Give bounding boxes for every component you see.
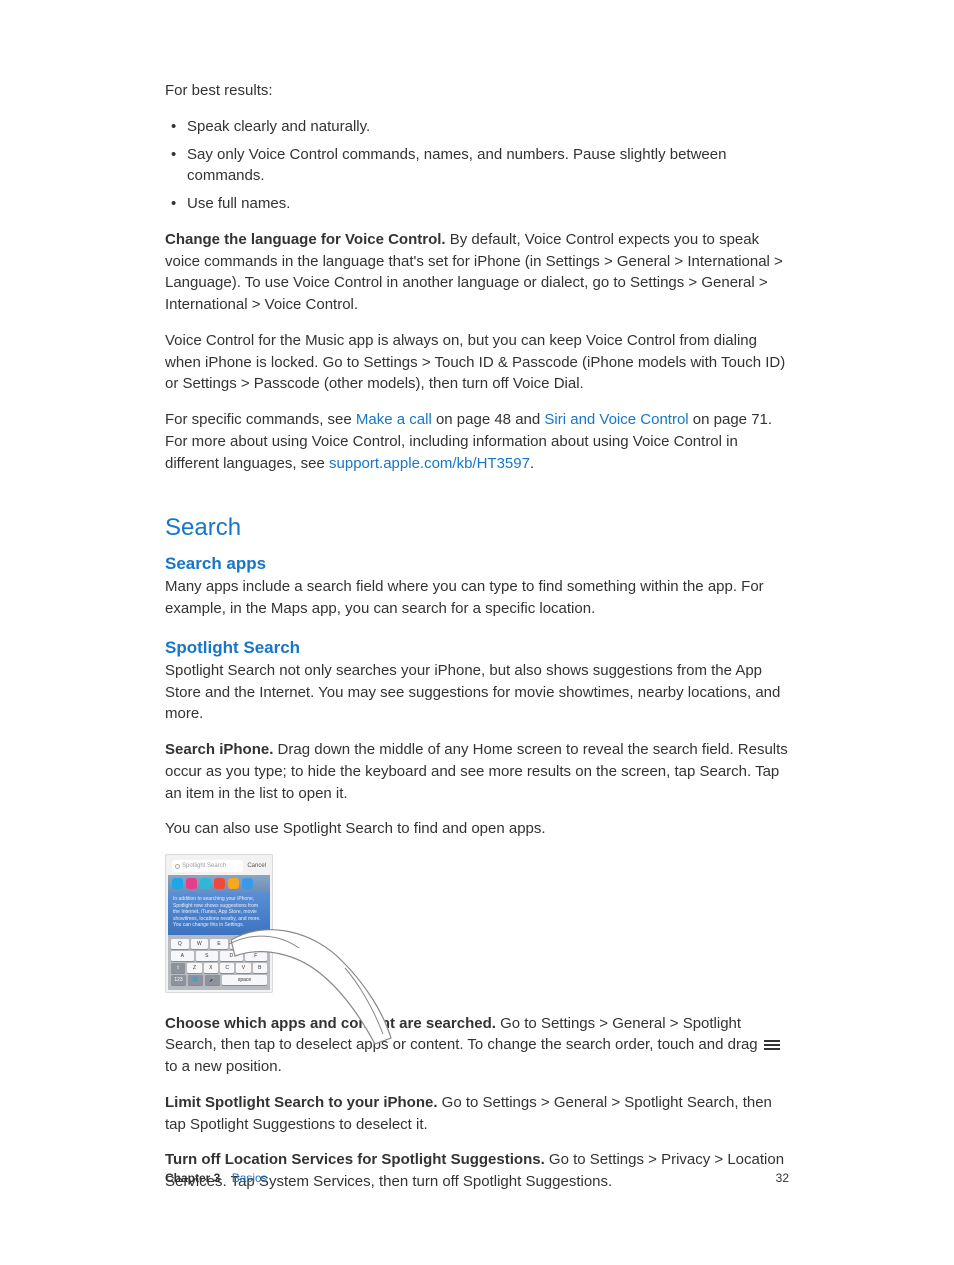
link-make-a-call[interactable]: Make a call xyxy=(356,411,432,428)
footer-left: Chapter 3 Basics xyxy=(165,1171,267,1185)
spotlight-description-text: In addition to searching your iPhone, Sp… xyxy=(173,896,265,929)
subsection-search-apps: Search apps xyxy=(165,554,789,574)
keyboard-key-shift[interactable]: ⇧ xyxy=(171,963,185,973)
paragraph-search-apps: Many apps include a search field where y… xyxy=(165,576,789,620)
app-icon xyxy=(172,878,183,889)
keyboard-key[interactable]: C xyxy=(220,963,234,973)
paragraph-choose-apps: Choose which apps and content are search… xyxy=(165,1013,789,1078)
list-item: Speak clearly and naturally. xyxy=(165,116,789,138)
app-icon xyxy=(228,878,239,889)
search-bar: Spotlight Search Cancel xyxy=(168,857,270,875)
bold-lead: Change the language for Voice Control. xyxy=(165,231,446,248)
phone-mock: Spotlight Search Cancel In addition to s… xyxy=(165,854,273,993)
list-item: Use full names. xyxy=(165,193,789,215)
body-text: . xyxy=(530,455,534,472)
intro-line: For best results: xyxy=(165,80,789,102)
paragraph-also-open-apps: You can also use Spotlight Search to fin… xyxy=(165,818,789,840)
bold-lead: Limit Spotlight Search to your iPhone. xyxy=(165,1094,438,1111)
paragraph-music: Voice Control for the Music app is alway… xyxy=(165,330,789,395)
paragraph-links: For specific commands, see Make a call o… xyxy=(165,409,789,474)
body-text: to a new position. xyxy=(165,1058,282,1075)
keyboard-key[interactable]: W xyxy=(191,939,209,949)
app-icon xyxy=(200,878,211,889)
page: For best results: Speak clearly and natu… xyxy=(0,0,954,1265)
bold-lead: Turn off Location Services for Spotlight… xyxy=(165,1151,545,1168)
keyboard-key[interactable]: B xyxy=(253,963,267,973)
link-siri-voice-control[interactable]: Siri and Voice Control xyxy=(544,411,688,428)
keyboard-key[interactable]: X xyxy=(204,963,218,973)
search-placeholder: Spotlight Search xyxy=(182,863,226,869)
keyboard-key[interactable]: D xyxy=(220,951,243,961)
keyboard-key-mic[interactable]: 🎤 xyxy=(205,975,220,985)
keyboard-key[interactable]: A xyxy=(171,951,194,961)
app-icon xyxy=(186,878,197,889)
keyboard-key-123[interactable]: 123 xyxy=(171,975,186,985)
spotlight-description-panel: In addition to searching your iPhone, Sp… xyxy=(168,892,270,935)
paragraph-change-language: Change the language for Voice Control. B… xyxy=(165,229,789,316)
paragraph-search-iphone: Search iPhone. Drag down the middle of a… xyxy=(165,739,789,804)
search-input[interactable]: Spotlight Search xyxy=(172,860,243,872)
app-icon xyxy=(214,878,225,889)
keyboard-key[interactable]: F xyxy=(245,951,268,961)
paragraph-limit-spotlight: Limit Spotlight Search to your iPhone. G… xyxy=(165,1092,789,1136)
keyboard-key[interactable]: Q xyxy=(171,939,189,949)
body-text: on page 48 and xyxy=(432,411,545,428)
keyboard: Q W E R T A S D F ⇧ Z X C V xyxy=(168,935,270,990)
footer-chapter-label: Chapter 3 xyxy=(165,1171,220,1185)
body-text: For specific commands, see xyxy=(165,411,356,428)
drag-handle-icon xyxy=(764,1040,780,1050)
app-icon xyxy=(242,878,253,889)
footer-chapter-title: Basics xyxy=(232,1171,267,1185)
paragraph-spotlight-intro: Spotlight Search not only searches your … xyxy=(165,660,789,725)
subsection-spotlight: Spotlight Search xyxy=(165,638,789,658)
keyboard-key-globe[interactable]: 🌐 xyxy=(188,975,203,985)
cancel-button[interactable]: Cancel xyxy=(247,863,266,869)
page-footer: Chapter 3 Basics 32 xyxy=(165,1171,789,1185)
bold-lead: Search iPhone. xyxy=(165,741,273,758)
keyboard-key[interactable]: T xyxy=(249,939,267,949)
app-icon-row xyxy=(168,875,270,892)
keyboard-key[interactable]: R xyxy=(230,939,248,949)
keyboard-key[interactable]: S xyxy=(196,951,219,961)
link-support-url[interactable]: support.apple.com/kb/HT3597 xyxy=(329,455,530,472)
figure-spotlight: Spotlight Search Cancel In addition to s… xyxy=(165,854,385,993)
list-item: Say only Voice Control commands, names, … xyxy=(165,144,789,188)
tips-list: Speak clearly and naturally. Say only Vo… xyxy=(165,116,789,215)
keyboard-key[interactable]: V xyxy=(236,963,250,973)
keyboard-key[interactable]: Z xyxy=(187,963,201,973)
search-icon xyxy=(175,864,180,869)
section-heading-search: Search xyxy=(165,514,789,542)
keyboard-key[interactable]: E xyxy=(210,939,228,949)
keyboard-key-space[interactable]: space xyxy=(222,975,267,985)
bold-lead: Choose which apps and content are search… xyxy=(165,1015,496,1032)
footer-page-number: 32 xyxy=(776,1171,789,1185)
